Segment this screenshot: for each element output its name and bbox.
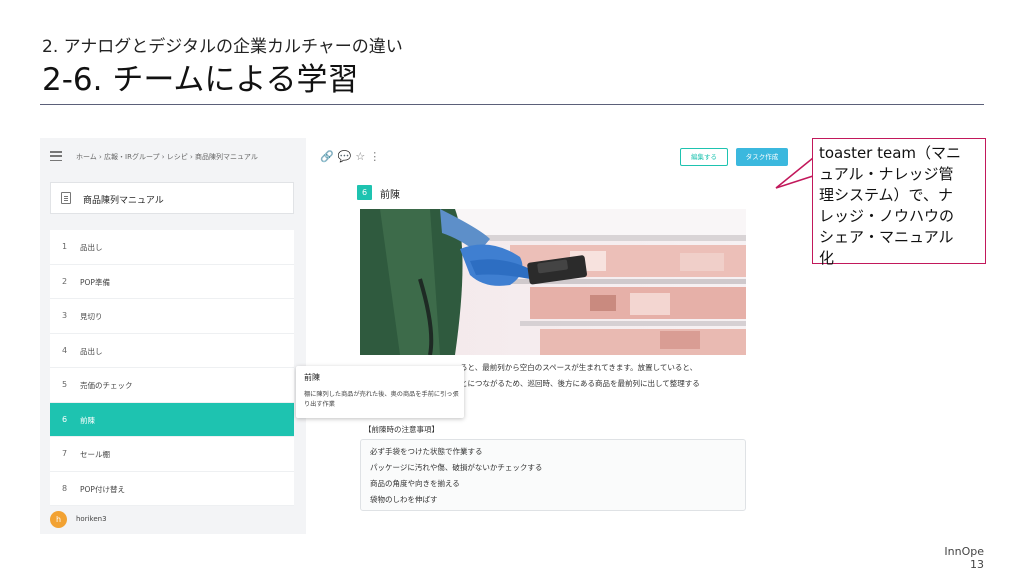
- document-card[interactable]: 商品陳列マニュアル: [50, 182, 294, 214]
- step-item-6[interactable]: 6 前陳: [50, 402, 294, 437]
- step-number: 7: [62, 449, 68, 458]
- step-number: 2: [62, 276, 68, 286]
- step-item-7[interactable]: 7 セール棚: [50, 437, 294, 472]
- step-item-2[interactable]: 2 POP準備: [50, 264, 294, 299]
- callout-box: toaster team（マニ ュアル・ナレッジ管 理システム）で、ナ レッジ・…: [812, 138, 986, 267]
- edit-button[interactable]: 編集する: [680, 148, 728, 166]
- step-label: POP準備: [80, 277, 110, 287]
- callout-line: 理システム）で、ナ: [819, 186, 953, 204]
- body-text-line-1: ると、最前列から空白のスペースが生まれてきます。放置していると、: [460, 363, 698, 372]
- tooltip-title: 前陳: [304, 373, 320, 382]
- avatar: h: [50, 511, 67, 528]
- document-icon: [61, 192, 71, 204]
- step-list: 1 品出し 2 POP準備 3 見切り 4 品出し 5 売価のチェック 6 前陳 7 セール棚…: [50, 230, 294, 506]
- star-icon[interactable]: ☆: [355, 150, 369, 163]
- step-item-3[interactable]: 3 見切り: [50, 299, 294, 334]
- user-bar[interactable]: h horiken3: [50, 507, 294, 531]
- notice-box: 必ず手袋をつけた状態で作業する パッケージに汚れや傷、破損がないかチェックする …: [360, 439, 746, 511]
- step-label: 品出し: [80, 346, 103, 356]
- step-number: 5: [62, 380, 68, 389]
- notice-item: パッケージに汚れや傷、破損がないかチェックする: [370, 463, 543, 472]
- comment-icon[interactable]: 💬: [338, 150, 356, 163]
- step-label: 品出し: [80, 243, 103, 252]
- step-number: 8: [62, 483, 68, 493]
- hamburger-menu-icon[interactable]: [50, 151, 62, 162]
- tooltip-body: 棚に陳列した商品が売れた後、奥の商品を手前に引っ張り出す作業: [304, 391, 459, 408]
- step-badge: 6: [357, 185, 372, 200]
- step-item-5[interactable]: 5 売価のチェック: [50, 368, 294, 403]
- callout-line: シェア・マニュアル: [819, 228, 954, 246]
- step-number: 3: [62, 311, 68, 320]
- notice-item: 必ず手袋をつけた状態で作業する: [370, 447, 483, 456]
- step-item-4[interactable]: 4 品出し: [50, 333, 294, 368]
- callout-line: ュアル・ナレッジ管: [819, 165, 954, 183]
- notice-item: 商品の角度や向きを揃える: [370, 479, 460, 488]
- page-number: 13: [970, 558, 984, 571]
- breadcrumb[interactable]: ホーム › 広報・IRグループ › レシピ › 商品陳列マニュアル: [76, 152, 258, 162]
- step-label: 前陳: [80, 415, 95, 425]
- user-name: horiken3: [76, 515, 107, 523]
- step-label: 見切り: [80, 312, 103, 321]
- step-photo: [360, 209, 746, 355]
- slide-title: 2-6. チームによる学習: [42, 62, 359, 98]
- document-title: 商品陳列マニュアル: [83, 196, 164, 206]
- callout-line: レッジ・ノウハウの: [819, 207, 955, 225]
- step-item-1[interactable]: 1 品出し: [50, 230, 294, 265]
- callout-line: 化: [819, 249, 835, 267]
- step-number: 6: [62, 414, 68, 424]
- step-number: 1: [62, 242, 68, 251]
- sidebar: ホーム › 広報・IRグループ › レシピ › 商品陳列マニュアル 商品陳列マニ…: [40, 138, 306, 534]
- app-screenshot: ホーム › 広報・IRグループ › レシピ › 商品陳列マニュアル 商品陳列マニ…: [40, 138, 792, 534]
- link-icon[interactable]: 🔗: [320, 150, 338, 163]
- callout-line: toaster team（マニ: [819, 144, 962, 162]
- more-vertical-icon[interactable]: ⋮: [369, 150, 384, 163]
- step-label: セール棚: [80, 450, 110, 459]
- body-text-line-2: とにつながるため、巡回時、後方にある商品を最前列に出して整理する: [460, 379, 700, 388]
- notice-item: 袋物のしわを伸ばす: [370, 495, 438, 504]
- step-label: POP付け替え: [80, 484, 125, 494]
- brand-name: InnOpe: [944, 545, 984, 558]
- step-label: 売価のチェック: [80, 381, 133, 390]
- notice-heading: 【前陳時の注意事項】: [364, 425, 439, 434]
- step-number: 4: [62, 345, 68, 355]
- store-shelf-photo: [360, 209, 746, 355]
- title-divider: [40, 104, 984, 105]
- step-item-8[interactable]: 8 POP付け替え: [50, 471, 294, 506]
- step-tooltip: 前陳 棚に陳列した商品が売れた後、奥の商品を手前に引っ張り出す作業: [296, 366, 464, 418]
- sidebar-header: ホーム › 広報・IRグループ › レシピ › 商品陳列マニュアル: [40, 138, 306, 176]
- callout-pointer: [775, 157, 814, 189]
- step-heading: 前陳: [380, 190, 400, 201]
- toolbar-icons: 🔗💬☆⋮: [320, 150, 384, 163]
